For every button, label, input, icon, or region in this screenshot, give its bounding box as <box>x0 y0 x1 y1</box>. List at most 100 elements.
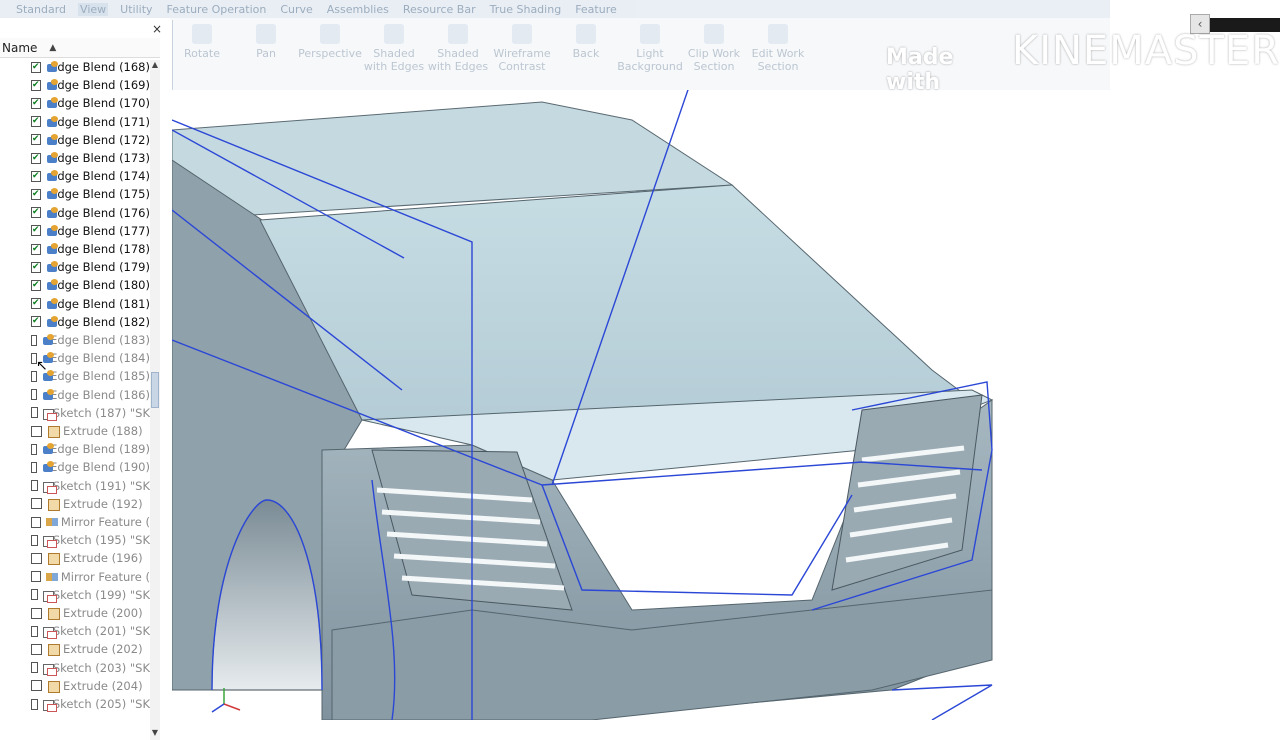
tree-row[interactable]: ✔ Edge Blend (177) <box>30 222 150 240</box>
checkbox-checked-icon[interactable]: ✔ <box>31 79 41 91</box>
tree-row[interactable]: Sketch (205) "SK <box>30 695 150 713</box>
menu-tab-view[interactable]: View <box>78 2 109 16</box>
checkbox-unchecked-icon[interactable] <box>31 680 42 692</box>
menu-tab-curve[interactable]: Curve <box>278 3 314 16</box>
perspective-button[interactable]: Perspective <box>298 24 362 60</box>
tree-row[interactable]: Sketch (191) "SK <box>30 477 150 495</box>
tree-row-label: Extrude (200) <box>63 606 143 620</box>
checkbox-checked-icon[interactable]: ✔ <box>31 243 41 255</box>
tree-row[interactable]: Extrude (200) <box>30 604 150 622</box>
tree-row[interactable]: ✔ Edge Blend (168) <box>30 58 150 76</box>
tree-row[interactable]: ✔ Edge Blend (179) <box>30 258 150 276</box>
menu-tab-true-shading[interactable]: True Shading <box>488 3 564 16</box>
tree-row[interactable]: ✔ Edge Blend (175) <box>30 185 150 203</box>
tree-row[interactable]: Extrude (202) <box>30 640 150 658</box>
checkbox-checked-icon[interactable]: ✔ <box>31 225 41 237</box>
tree-row[interactable]: ✔ Edge Blend (172) <box>30 131 150 149</box>
edit-work-section-button[interactable]: Edit Work Section <box>746 24 810 73</box>
shaded-with-edges-button[interactable]: Shaded with Edges <box>362 24 426 73</box>
light-background-button[interactable]: Light Background <box>617 24 683 73</box>
pan-button[interactable]: Pan <box>234 24 298 60</box>
tree-row[interactable]: Extrude (192) <box>30 495 150 513</box>
tree-row[interactable]: Sketch (199) "SK <box>30 586 150 604</box>
tree-row[interactable]: Sketch (187) "SK <box>30 404 150 422</box>
checkbox-unchecked-icon[interactable] <box>31 662 39 674</box>
tree-row[interactable]: Extrude (188) <box>30 422 150 440</box>
tree-row[interactable]: ✔ Edge Blend (178) <box>30 240 150 258</box>
tree-row-label: Edge Blend (189) <box>50 442 150 457</box>
checkbox-checked-icon[interactable]: ✔ <box>31 97 41 109</box>
tree-row[interactable]: Extrude (204) <box>30 677 150 695</box>
checkbox-unchecked-icon[interactable] <box>31 516 42 528</box>
tree-row[interactable]: ✔ Edge Blend (181) <box>30 295 150 313</box>
tree-row[interactable]: ✔ Edge Blend (174) <box>30 167 150 185</box>
tree-row[interactable]: Edge Blend (184) <box>30 349 150 367</box>
checkbox-unchecked-icon[interactable] <box>31 443 37 455</box>
wireframe-contrast-button[interactable]: Wireframe Contrast <box>490 24 554 73</box>
scroll-down-icon[interactable]: ▼ <box>150 728 160 738</box>
tree-row[interactable]: Edge Blend (185) <box>30 367 150 385</box>
rotate-button[interactable]: Rotate <box>170 24 234 60</box>
checkbox-unchecked-icon[interactable] <box>31 498 42 510</box>
tree-row[interactable]: ✔ Edge Blend (173) <box>30 149 150 167</box>
tree-row[interactable]: ✔ Edge Blend (180) <box>30 276 150 294</box>
checkbox-checked-icon[interactable]: ✔ <box>31 316 41 328</box>
tree-row[interactable]: ✔ Edge Blend (176) <box>30 204 150 222</box>
checkbox-checked-icon[interactable]: ✔ <box>31 61 41 73</box>
checkbox-checked-icon[interactable]: ✔ <box>31 298 41 310</box>
menu-tab-standard[interactable]: Standard <box>14 3 68 16</box>
tree-row[interactable]: ✔ Edge Blend (182) <box>30 313 150 331</box>
checkbox-unchecked-icon[interactable] <box>31 534 39 546</box>
tree-row[interactable]: ✔ Edge Blend (170) <box>30 94 150 112</box>
tree-row-label: Edge Blend (186) <box>50 387 150 402</box>
checkbox-unchecked-icon[interactable] <box>31 461 37 473</box>
back-button[interactable]: Back <box>554 24 618 60</box>
checkbox-unchecked-icon[interactable] <box>31 389 37 401</box>
sort-ascending-icon[interactable]: ▲ <box>49 43 56 53</box>
checkbox-unchecked-icon[interactable] <box>31 698 39 710</box>
checkbox-checked-icon[interactable]: ✔ <box>31 188 41 200</box>
checkbox-checked-icon[interactable]: ✔ <box>31 279 41 291</box>
tree-row[interactable]: ✔ Edge Blend (169) <box>30 76 150 94</box>
tree-row[interactable]: Sketch (203) "SK <box>30 659 150 677</box>
menu-tab-resource-bar[interactable]: Resource Bar <box>401 3 478 16</box>
scroll-thumb[interactable] <box>151 372 159 408</box>
checkbox-unchecked-icon[interactable] <box>31 571 42 583</box>
clip-work-section-button[interactable]: Clip Work Section <box>682 24 746 73</box>
checkbox-unchecked-icon[interactable] <box>31 480 39 492</box>
checkbox-checked-icon[interactable]: ✔ <box>31 116 41 128</box>
checkbox-unchecked-icon[interactable] <box>31 643 42 655</box>
close-icon[interactable]: × <box>152 22 162 36</box>
checkbox-unchecked-icon[interactable] <box>31 625 39 637</box>
checkbox-unchecked-icon[interactable] <box>31 425 42 437</box>
checkbox-checked-icon[interactable]: ✔ <box>31 170 41 182</box>
checkbox-unchecked-icon[interactable] <box>31 589 39 601</box>
tree-row[interactable]: Extrude (196) <box>30 549 150 567</box>
checkbox-checked-icon[interactable]: ✔ <box>31 261 41 273</box>
tree-row[interactable]: Sketch (195) "SK <box>30 531 150 549</box>
name-column-header[interactable]: Name ▲ <box>0 38 160 58</box>
tree-row[interactable]: Sketch (201) "SK <box>30 622 150 640</box>
tree-row[interactable]: Edge Blend (183) <box>30 331 150 349</box>
tree-row-label: Edge Blend (190) <box>50 460 150 475</box>
tree-row[interactable]: ✔ Edge Blend (171) <box>30 113 150 131</box>
checkbox-unchecked-icon[interactable] <box>31 552 42 564</box>
menu-tab-feature[interactable]: Feature <box>573 3 619 16</box>
tree-row[interactable]: Edge Blend (189) <box>30 440 150 458</box>
tree-row[interactable]: Edge Blend (186) <box>30 386 150 404</box>
checkbox-checked-icon[interactable]: ✔ <box>31 134 41 146</box>
checkbox-checked-icon[interactable]: ✔ <box>31 207 41 219</box>
checkbox-unchecked-icon[interactable] <box>31 334 37 346</box>
scroll-up-icon[interactable]: ▲ <box>150 60 160 70</box>
checkbox-unchecked-icon[interactable] <box>31 407 39 419</box>
menu-tab-utility[interactable]: Utility <box>118 3 154 16</box>
tree-row[interactable]: Edge Blend (190) <box>30 458 150 476</box>
menu-tab-feature-operation[interactable]: Feature Operation <box>165 3 269 16</box>
tree-row[interactable]: Mirror Feature ( <box>30 568 150 586</box>
checkbox-unchecked-icon[interactable] <box>31 607 42 619</box>
graphics-viewport[interactable] <box>172 90 1280 720</box>
menu-tab-assemblies[interactable]: Assemblies <box>325 3 391 16</box>
shaded-with-edges-button[interactable]: Shaded with Edges <box>426 24 490 73</box>
checkbox-checked-icon[interactable]: ✔ <box>31 152 41 164</box>
tree-row[interactable]: Mirror Feature ( <box>30 513 150 531</box>
